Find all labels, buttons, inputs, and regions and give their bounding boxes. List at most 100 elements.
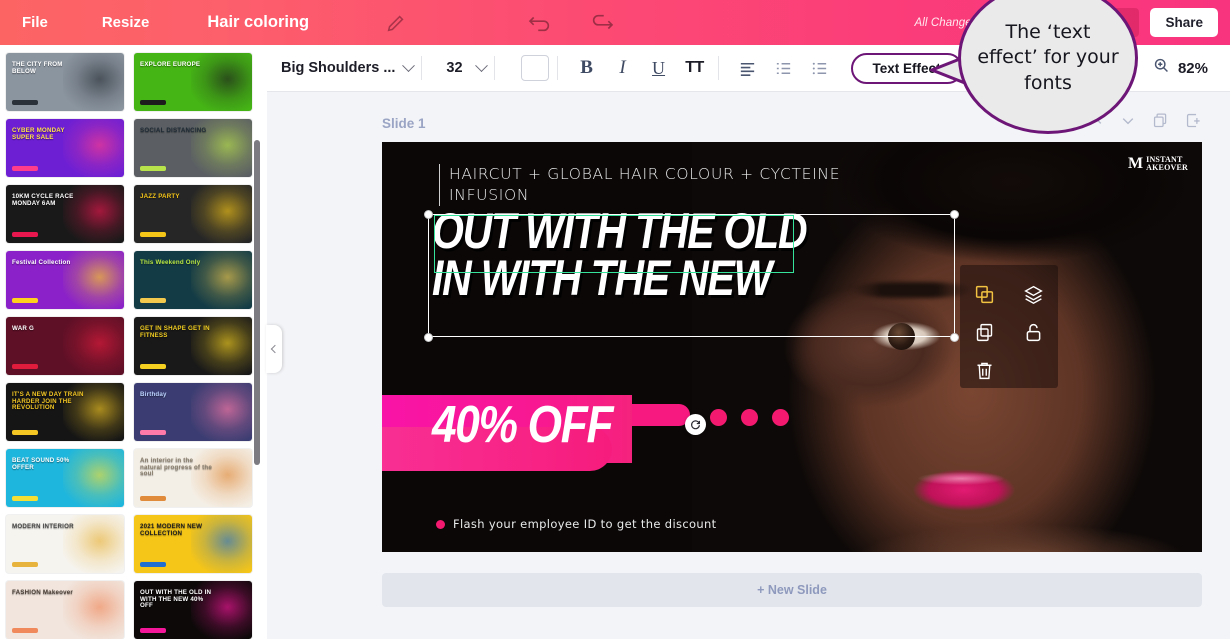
slide-label: Slide 1 [382, 115, 426, 131]
template-thumb-title: An interior in the natural progress of t… [140, 457, 212, 477]
pencil-icon[interactable] [385, 12, 407, 34]
redo-arrow-icon[interactable] [587, 12, 614, 34]
template-thumb-modern-interior[interactable]: MODERN INTERIOR [6, 515, 124, 573]
template-thumb-title: EXPLORE EUROPE [140, 61, 201, 68]
template-thumb-accent-bar [12, 100, 38, 105]
template-sidebar: THE CITY FROM BELOW EXPLORE EUROPE CYBER M… [0, 45, 267, 639]
template-thumb-its-a-new-day[interactable]: IT'S A NEW DAY TRAIN HARDER JOIN THE REV… [6, 383, 124, 441]
template-thumb-title: OUT WITH THE OLD IN WITH THE NEW 40% OFF [140, 589, 212, 609]
undo-redo-group [527, 12, 614, 34]
decor-dots [710, 409, 789, 426]
template-thumb-title: 2021 MODERN NEW COLLECTION [140, 523, 203, 537]
numbered-list-icon[interactable] [769, 53, 799, 83]
new-slide-button[interactable]: + New Slide [382, 573, 1202, 607]
underline-button[interactable]: U [644, 53, 674, 83]
resize-handle-top-right[interactable] [950, 210, 959, 219]
photo-pupil [888, 323, 915, 350]
template-thumb-accent-bar [12, 496, 38, 501]
new-slide-label: + New Slide [757, 583, 827, 597]
sidebar-scrollbar[interactable] [254, 140, 260, 465]
dot [772, 409, 789, 426]
document-title[interactable]: Hair coloring [191, 0, 325, 45]
template-thumb-accent-bar [140, 100, 166, 105]
slide-footnote[interactable]: Flash your employee ID to get the discou… [436, 517, 717, 531]
chevron-down-icon[interactable] [1120, 113, 1136, 134]
template-thumb-get-in-shape-get-in-fitness[interactable]: GET IN SHAPE GET IN FITNESS [134, 317, 252, 375]
sidebar-collapse-button[interactable] [266, 325, 282, 373]
template-thumb-title: Festival Collection [12, 259, 71, 266]
template-thumb-explore-europe[interactable]: EXPLORE EUROPE [134, 53, 252, 111]
template-thumb-accent-bar [12, 562, 38, 567]
template-thumb-accent-bar [12, 364, 38, 369]
template-thumb-accent-bar [12, 430, 38, 435]
unlock-icon[interactable] [1009, 313, 1058, 351]
template-thumb-title: BEAT SOUND 50% OFFER [12, 457, 70, 471]
template-thumb-interior-promo-light[interactable]: An interior in the natural progress of t… [134, 449, 252, 507]
photo-shoulder [812, 508, 1202, 552]
template-thumb-cyber-monday-super-sale[interactable]: CYBER MONDAY SUPER SALE [6, 119, 124, 177]
template-thumb-modern-new-collection-2021[interactable]: 2021 MODERN NEW COLLECTION [134, 515, 252, 573]
divider [421, 56, 423, 80]
template-thumb-festival-collection[interactable]: Festival Collection [6, 251, 124, 309]
resize-handle-bottom-right[interactable] [950, 333, 959, 342]
zoom-level: 82% [1177, 59, 1208, 77]
logo-line-2: AKEOVER [1146, 163, 1188, 173]
template-thumb-accent-bar [12, 628, 38, 633]
slide-kicker-text[interactable]: HAIRCUT + GLOBAL HAIR COLOUR + CYCTEINE … [439, 164, 859, 206]
trash-icon[interactable] [960, 351, 1009, 389]
template-thumb-title: 10KM CYCLE RACE MONDAY 6AM [12, 193, 74, 207]
template-thumb-jazz-party[interactable]: JAZZ PARTY [134, 185, 252, 243]
bold-button[interactable]: B [572, 53, 602, 83]
add-slide-icon[interactable] [1185, 112, 1202, 134]
resize-handle-top-left[interactable] [424, 210, 433, 219]
duplicate-icon[interactable] [960, 313, 1009, 351]
template-thumb-title: JAZZ PARTY [140, 193, 180, 200]
template-thumb-accent-bar [140, 364, 166, 369]
template-grid: THE CITY FROM BELOW EXPLORE EUROPE CYBER M… [6, 53, 256, 639]
photo-eyebrow [850, 282, 974, 298]
share-button[interactable]: Share [1150, 8, 1218, 37]
template-thumb-this-weekend-only[interactable]: This Weekend Only [134, 251, 252, 309]
text-color-swatch[interactable] [520, 55, 549, 81]
template-thumb-accent-bar [12, 232, 38, 237]
duplicate-slide-icon[interactable] [1152, 112, 1169, 134]
font-size-select[interactable]: 32 [446, 58, 488, 76]
template-thumb-social-distancing[interactable]: SOCIAL DISTANCING [134, 119, 252, 177]
photo-lip-highlight [918, 472, 1004, 485]
template-thumb-title: SOCIAL DISTANCING [140, 127, 207, 134]
chevron-down-icon [474, 58, 488, 72]
slide-headline[interactable]: OUT WITH THE OLD IN WITH THE NEW [432, 203, 808, 302]
menu-resize[interactable]: Resize [86, 0, 166, 45]
italic-button[interactable]: I [608, 53, 638, 83]
menu-file[interactable]: File [6, 0, 64, 45]
bullet-list-icon[interactable] [805, 53, 835, 83]
template-thumb-title: THE CITY FROM BELOW [12, 61, 63, 75]
template-thumb-accent-bar [140, 298, 166, 303]
zoom-control[interactable]: 82% [1129, 53, 1230, 83]
font-size-value: 32 [446, 60, 463, 76]
template-thumb-the-city-from-below[interactable]: THE CITY FROM BELOW [6, 53, 124, 111]
template-thumb-title: CYBER MONDAY SUPER SALE [12, 127, 65, 141]
object-float-toolbar [960, 265, 1058, 388]
brand-logo: M INSTANT AKEOVER [1128, 155, 1188, 173]
template-thumb-out-with-the-old-in-with-the-new[interactable]: OUT WITH THE OLD IN WITH THE NEW 40% OFF [134, 581, 252, 639]
template-thumb-fashion-makeover[interactable]: FASHION Makeover [6, 581, 124, 639]
callout-text: The ‘text effect’ for your fonts [977, 21, 1119, 94]
resize-handle-bottom-left[interactable] [424, 333, 433, 342]
divider [556, 56, 558, 80]
font-family-select[interactable]: Big Shoulders ... [281, 58, 416, 76]
layers-icon[interactable] [1009, 275, 1058, 313]
rotate-handle-icon[interactable] [685, 414, 706, 435]
template-thumb-war-g[interactable]: WAR G [6, 317, 124, 375]
align-left-icon[interactable] [733, 53, 763, 83]
undo-arrow-icon[interactable] [527, 12, 553, 34]
template-thumb-10km-cycle-race[interactable]: 10KM CYCLE RACE MONDAY 6AM [6, 185, 124, 243]
template-thumb-beat-sound-50-offer[interactable]: BEAT SOUND 50% OFFER [6, 449, 124, 507]
template-thumb-happy-birthday[interactable]: Birthday [134, 383, 252, 441]
template-thumb-title: IT'S A NEW DAY TRAIN HARDER JOIN THE REV… [12, 391, 84, 411]
text-case-button[interactable]: TT [680, 53, 710, 83]
slide-canvas[interactable]: M INSTANT AKEOVER HAIRCUT + GLOBAL HAIR … [382, 142, 1202, 552]
group-icon[interactable] [960, 275, 1009, 313]
headline-line-1: OUT WITH THE OLD [432, 203, 808, 259]
offer-text[interactable]: 40% OFF [432, 399, 613, 451]
